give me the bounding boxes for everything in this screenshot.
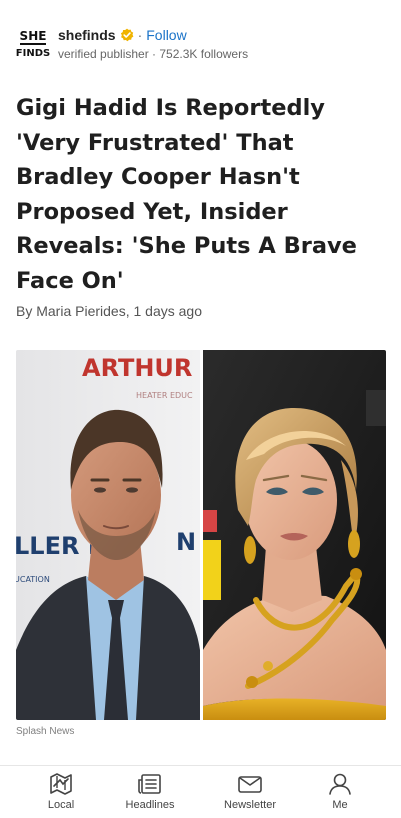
hero-right-portrait <box>203 350 386 720</box>
envelope-icon <box>238 776 262 793</box>
follow-button[interactable]: Follow <box>146 27 186 43</box>
nav-headlines[interactable]: Headlines <box>110 772 190 818</box>
separator-dot: · <box>137 27 143 43</box>
publisher-logo[interactable]: SHE FINDS <box>16 26 50 60</box>
person-icon <box>329 773 351 795</box>
article-byline: By Maria Pierides, 1 days ago <box>16 303 202 319</box>
newspaper-icon <box>138 774 161 794</box>
nav-newsletter[interactable]: Newsletter <box>210 772 290 818</box>
article-headline: Gigi Hadid Is Reportedly 'Very Frustrate… <box>16 95 357 294</box>
nav-headlines-label: Headlines <box>125 799 175 811</box>
nav-newsletter-label: Newsletter <box>224 799 276 811</box>
publisher-name-line: shefinds · Follow <box>58 26 187 44</box>
nav-local-label: Local <box>47 799 75 811</box>
nav-me-label: Me <box>332 799 348 811</box>
publisher-meta: verified publisher · 752.3K followers <box>58 47 249 61</box>
map-icon <box>50 773 72 795</box>
bottom-navigation: Local Headlines Newsletter Me <box>0 765 401 818</box>
publisher-logo-text-bottom: FINDS <box>16 48 50 59</box>
nav-local[interactable]: Local <box>21 772 101 818</box>
publisher-header: SHE FINDS shefinds · Follow verified publ… <box>16 24 386 64</box>
backdrop-text-mid-2: N <box>176 528 196 556</box>
article-hero-image[interactable]: ARTHUR MIL HEATER EDUC LLER F N UCATION <box>16 350 386 720</box>
image-credit: Splash News <box>16 726 75 737</box>
nav-me[interactable]: Me <box>300 772 380 818</box>
publisher-name[interactable]: shefinds <box>58 27 116 43</box>
backdrop-text-sub: HEATER EDUC <box>136 391 193 400</box>
verified-badge-icon <box>120 28 133 42</box>
publisher-logo-text-top: SHE <box>20 29 47 43</box>
article-page: SHE FINDS shefinds · Follow verified publ… <box>0 0 401 818</box>
backdrop-text-low: UCATION <box>16 575 50 584</box>
